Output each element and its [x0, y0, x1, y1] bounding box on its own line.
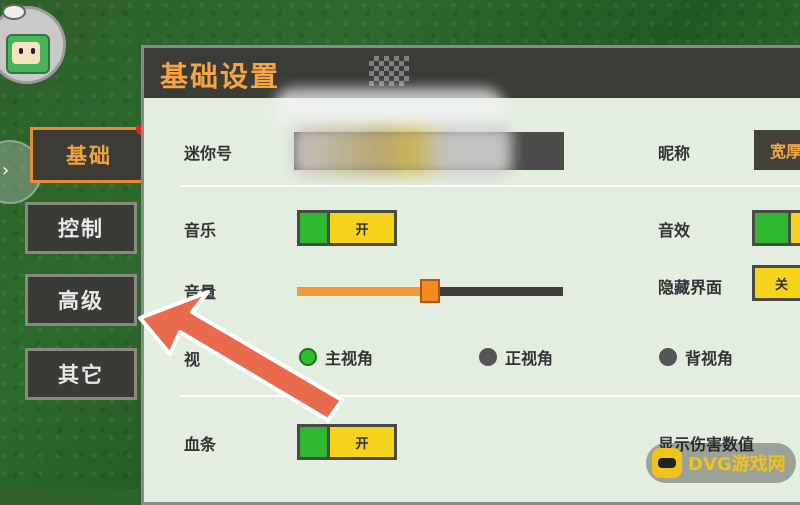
radio-icon [479, 348, 497, 366]
nickname-field[interactable]: 宽厚 [754, 130, 800, 170]
sound-effect-toggle[interactable] [752, 210, 800, 246]
toggle-knob [788, 213, 800, 243]
radio-label: 正视角 [505, 349, 554, 368]
slider-handle[interactable] [420, 279, 440, 303]
mini-id-redacted [292, 126, 512, 176]
nickname-label: 昵称 [658, 144, 691, 163]
toggle-knob: 开 [327, 213, 394, 243]
avatar-eye [31, 48, 35, 54]
music-toggle[interactable]: 开 [297, 210, 397, 246]
hide-ui-toggle[interactable]: 关 [752, 265, 800, 301]
tab-control[interactable]: 控制 [25, 202, 137, 254]
tab-label: 基础 [66, 144, 112, 168]
panel-title: 基础设置 [160, 60, 281, 93]
toggle-knob: 关 [755, 268, 800, 298]
tab-basic[interactable]: 基础 [30, 124, 148, 183]
divider [180, 185, 800, 187]
tab-label: 控制 [58, 217, 104, 241]
radio-icon [659, 348, 677, 366]
chevron-left-icon: › [2, 160, 10, 181]
radio-label: 背视角 [685, 349, 734, 368]
tab-label: 其它 [58, 363, 104, 387]
tab-label: 高级 [58, 289, 104, 313]
music-label: 音乐 [184, 221, 217, 240]
watermark-text: DVG游戏网 [688, 454, 786, 475]
pointer-arrow [138, 290, 344, 422]
view-option-back[interactable]: 背视角 [659, 345, 733, 369]
avatar-eye [19, 48, 23, 54]
player-avatar[interactable] [0, 0, 70, 98]
tab-other[interactable]: 其它 [25, 348, 137, 400]
avatar-face [12, 42, 40, 64]
gamepad-icon [652, 448, 682, 478]
sound-effect-label: 音效 [658, 221, 691, 240]
view-option-front[interactable]: 正视角 [479, 345, 553, 369]
header-pattern [369, 56, 409, 86]
tab-advanced[interactable]: 高级 [25, 274, 137, 326]
watermark: DVG游戏网 [646, 443, 796, 483]
eye-icon [2, 4, 26, 20]
mini-id-label: 迷你号 [184, 144, 233, 163]
hide-ui-label: 隐藏界面 [658, 278, 723, 297]
